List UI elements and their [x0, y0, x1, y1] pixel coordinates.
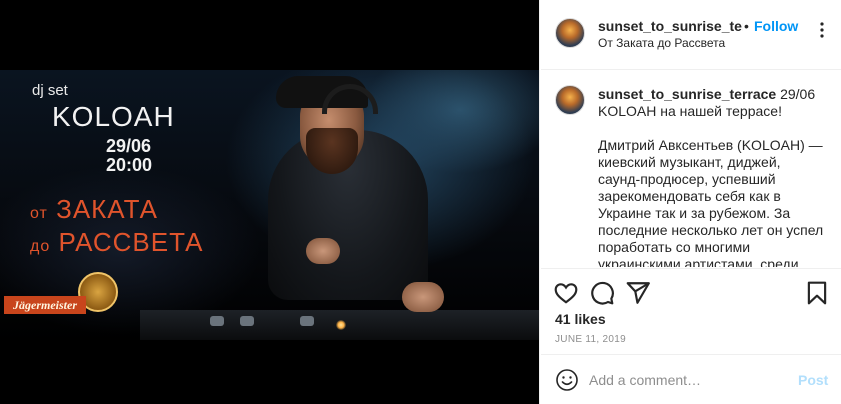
post-date: JUNE 11, 2019 — [555, 334, 626, 345]
caption: sunset_to_sunrise_terrace 29/06 KOLOAH н… — [598, 86, 824, 267]
poster-artist: KOLOAH — [52, 101, 175, 132]
caption-body: Дмитрий Авксентьев (KOLOAH) — киевский м… — [598, 137, 824, 267]
comment-input[interactable] — [589, 369, 789, 391]
add-comment-bar: Post — [541, 354, 841, 404]
caption-username[interactable]: sunset_to_sunrise_terrace — [598, 86, 776, 102]
emoji-icon[interactable] — [555, 368, 579, 392]
likes-count[interactable]: 41 likes — [555, 311, 606, 327]
location-link[interactable]: От Заката до Рассвета — [598, 36, 725, 50]
deck-knob — [240, 316, 254, 326]
deck-knob — [300, 316, 314, 326]
post-image[interactable]: dj set KOLOAH 29/06 20:00 от ЗАКАТА до Р… — [0, 0, 540, 404]
deck-knob — [210, 316, 224, 326]
sponsor-logo: Jägermeister — [4, 296, 86, 314]
comment-icon[interactable] — [589, 280, 615, 306]
poster-date: 29/06 — [106, 136, 152, 156]
poster-time: 20:00 — [106, 155, 153, 175]
more-options-icon[interactable] — [813, 20, 831, 40]
header-username[interactable]: sunset_to_sunrise_terrace — [598, 18, 743, 34]
deck-light — [336, 320, 346, 330]
poster-event-line1: от ЗАКАТА — [30, 194, 158, 225]
separator-dot: • — [744, 18, 749, 34]
caption-date: 29/06 — [780, 86, 816, 102]
poster-event-big-2: РАССВЕТА — [58, 227, 204, 257]
caption-first-line: KOLOAH на нашей террасе! — [598, 103, 782, 119]
avatar[interactable] — [555, 18, 585, 48]
bookmark-icon[interactable] — [804, 280, 830, 306]
dj-hand-right — [402, 282, 444, 312]
share-icon[interactable] — [625, 280, 651, 306]
post-header: sunset_to_sunrise_terrace • Follow От За… — [541, 0, 841, 70]
poster-event-line2: до РАССВЕТА — [30, 227, 203, 258]
post-comment-button[interactable]: Post — [798, 372, 828, 388]
caption-avatar[interactable] — [555, 85, 585, 115]
dj-hand-left — [306, 238, 340, 264]
follow-button[interactable]: Follow — [754, 18, 798, 34]
heart-icon[interactable] — [553, 280, 579, 306]
poster-dj-set: dj set — [32, 82, 68, 99]
comments-area[interactable]: sunset_to_sunrise_terrace 29/06 KOLOAH н… — [541, 71, 841, 267]
post-side-panel: sunset_to_sunrise_terrace • Follow От За… — [541, 0, 841, 404]
poster-event-big-1: ЗАКАТА — [56, 194, 158, 224]
poster-event-small-2: до — [30, 238, 51, 255]
poster-event-small-1: от — [30, 205, 48, 222]
